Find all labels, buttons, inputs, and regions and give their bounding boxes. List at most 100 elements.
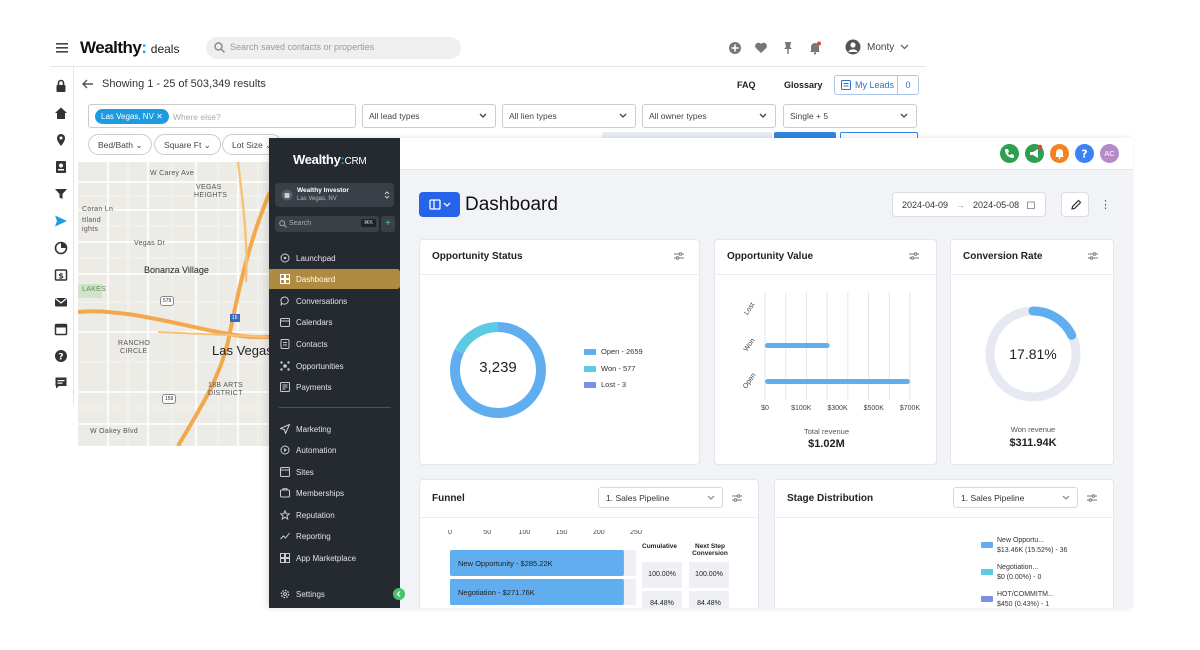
owner-type-select[interactable]: All owner types — [642, 104, 776, 128]
funnel-pipeline-select[interactable]: 1. Sales Pipeline — [598, 487, 723, 508]
bed-bath-filter[interactable]: Bed/Bath ⌄ — [88, 134, 153, 155]
map-label: Bonanza Village — [144, 265, 209, 275]
heart-icon[interactable] — [754, 41, 768, 55]
settings-sliders-icon[interactable] — [674, 252, 684, 260]
calendar-icon[interactable] — [54, 322, 68, 336]
announcement-button[interactable] — [1025, 144, 1044, 163]
funnel-bar-label: New Opportunity - $285.22K — [458, 559, 553, 568]
user-menu[interactable]: Monty — [845, 39, 909, 55]
edit-dashboard-button[interactable] — [1061, 192, 1089, 217]
mail-icon[interactable] — [54, 295, 68, 309]
card-divider — [715, 274, 936, 275]
phone-icon — [1005, 149, 1014, 158]
faq-link[interactable]: FAQ — [737, 80, 756, 90]
sidebar-item-launchpad[interactable]: Launchpad — [269, 248, 400, 268]
square-ft-filter[interactable]: Square Ft ⌄ — [154, 134, 221, 155]
add-circle-icon[interactable] — [728, 41, 742, 55]
send-icon[interactable] — [54, 214, 68, 228]
more-options-icon[interactable]: ⋮ — [1100, 198, 1111, 211]
sidebar-item-reporting[interactable]: Reporting — [269, 526, 400, 546]
pie-icon[interactable] — [54, 241, 68, 255]
notifications-button[interactable] — [1050, 144, 1069, 163]
quick-add-button[interactable]: + — [381, 216, 395, 232]
deals-search-input[interactable]: Search saved contacts or properties — [206, 37, 461, 59]
funnel-card: Funnel 1. Sales Pipeline 0 50 100 150 200 250… — [419, 479, 759, 608]
gear-icon — [280, 589, 290, 599]
my-leads-count: 0 — [905, 80, 911, 90]
sidebar-item-contacts[interactable]: Contacts — [269, 334, 400, 354]
sidebar-item-payments[interactable]: Payments — [269, 377, 400, 397]
my-leads-button[interactable]: My Leads 0 — [834, 75, 919, 95]
sidebar-search-input[interactable]: Search ⌘K — [275, 216, 379, 232]
sidebar-item-calendars[interactable]: Calendars — [269, 312, 400, 332]
search-icon — [279, 220, 287, 228]
stage-pipeline-select[interactable]: 1. Sales Pipeline — [953, 487, 1078, 508]
location-pin-icon[interactable] — [54, 133, 68, 147]
search-placeholder: Search saved contacts or properties — [230, 42, 375, 52]
map-label: ttland — [82, 217, 101, 224]
help-icon[interactable]: ? — [54, 349, 68, 363]
crm-logo[interactable]: Wealthy:CRM — [293, 152, 367, 167]
sidebar-item-dashboard[interactable]: Dashboard — [269, 269, 400, 289]
sidebar-item-reputation[interactable]: Reputation — [269, 505, 400, 525]
home-icon[interactable] — [54, 106, 68, 120]
sidebar-item-automation[interactable]: Automation — [269, 440, 400, 460]
payments-icon — [280, 382, 290, 392]
conversion-rate-card: Conversion Rate 17.81% Won revenue $311.… — [950, 239, 1114, 465]
property-map[interactable]: W Carey Ave VEGAS HEIGHTS Coran Ln ttlan… — [78, 162, 270, 446]
sidebar-item-marketing[interactable]: Marketing — [269, 419, 400, 439]
lien-type-select[interactable]: All lien types — [502, 104, 636, 128]
hamburger-icon[interactable] — [56, 43, 68, 53]
settings-sliders-icon[interactable] — [1088, 252, 1098, 260]
filter-funnel-icon[interactable] — [54, 187, 68, 201]
account-switcher[interactable]: Wealthy Investor Las Vegas, NV — [275, 183, 394, 207]
settings-sliders-icon[interactable] — [732, 494, 742, 502]
x-tick-label: $300K — [827, 405, 848, 412]
lock-icon[interactable] — [54, 79, 68, 93]
glossary-link[interactable]: Glossary — [784, 80, 823, 90]
location-input[interactable]: Las Vegas, NV ✕ Where else? — [88, 104, 356, 128]
help-button[interactable]: ? — [1075, 144, 1094, 163]
message-icon[interactable] — [54, 376, 68, 390]
back-arrow-icon[interactable] — [82, 79, 94, 89]
bell-icon[interactable] — [808, 41, 822, 55]
x-tick-label: 100 — [519, 530, 531, 536]
results-count: Showing 1 - 25 of 503,349 results — [102, 78, 266, 90]
avatar[interactable]: AC — [1100, 144, 1119, 163]
settings-sliders-icon[interactable] — [1087, 494, 1097, 502]
dollar-icon[interactable]: $ — [54, 268, 68, 282]
sidebar-item-conversations[interactable]: Conversations — [269, 291, 400, 311]
deals-logo[interactable]: Wealthy: deals — [80, 38, 179, 58]
map-label: Vegas Dr — [134, 240, 166, 247]
collapse-sidebar-button[interactable] — [393, 588, 405, 600]
sidebar-item-sites[interactable]: Sites — [269, 462, 400, 482]
legend-swatch — [981, 596, 993, 602]
sidebar-item-opportunities[interactable]: Opportunities — [269, 356, 400, 376]
date-range-picker[interactable]: 2024-04-09 → 2024-05-08 — [892, 192, 1046, 217]
cumulative-value: 84.48% — [650, 600, 674, 607]
chevron-down-icon — [759, 113, 767, 118]
contact-card-icon[interactable] — [54, 160, 68, 174]
chevron-down-icon — [707, 495, 715, 500]
map-label: 18B ARTS — [208, 382, 243, 389]
lead-type-select[interactable]: All lead types — [362, 104, 496, 128]
sidebar-item-app-marketplace[interactable]: App Marketplace — [269, 548, 400, 568]
deals-left-nav: $ ? — [50, 67, 74, 405]
svg-text:?: ? — [1081, 148, 1087, 161]
map-label: HEIGHTS — [194, 192, 228, 199]
sidebar-item-settings[interactable]: Settings — [269, 584, 400, 604]
sidebar-item-memberships[interactable]: Memberships — [269, 483, 400, 503]
card-divider — [775, 517, 1113, 518]
stage-distribution-card: Stage Distribution 1. Sales Pipeline New… — [774, 479, 1114, 608]
dashboard-switcher-button[interactable] — [419, 192, 460, 217]
location-chip[interactable]: Las Vegas, NV ✕ — [95, 109, 169, 124]
y-tick-label: Lost — [743, 302, 756, 317]
settings-sliders-icon[interactable] — [909, 252, 919, 260]
legend-swatch — [981, 569, 993, 575]
grid-icon — [280, 274, 290, 284]
pin-icon[interactable] — [781, 41, 795, 55]
map-label: W Oakey Blvd — [90, 428, 138, 435]
phone-button[interactable] — [1000, 144, 1019, 163]
star-icon — [280, 510, 290, 520]
property-type-select[interactable]: Single + 5 — [783, 104, 917, 128]
